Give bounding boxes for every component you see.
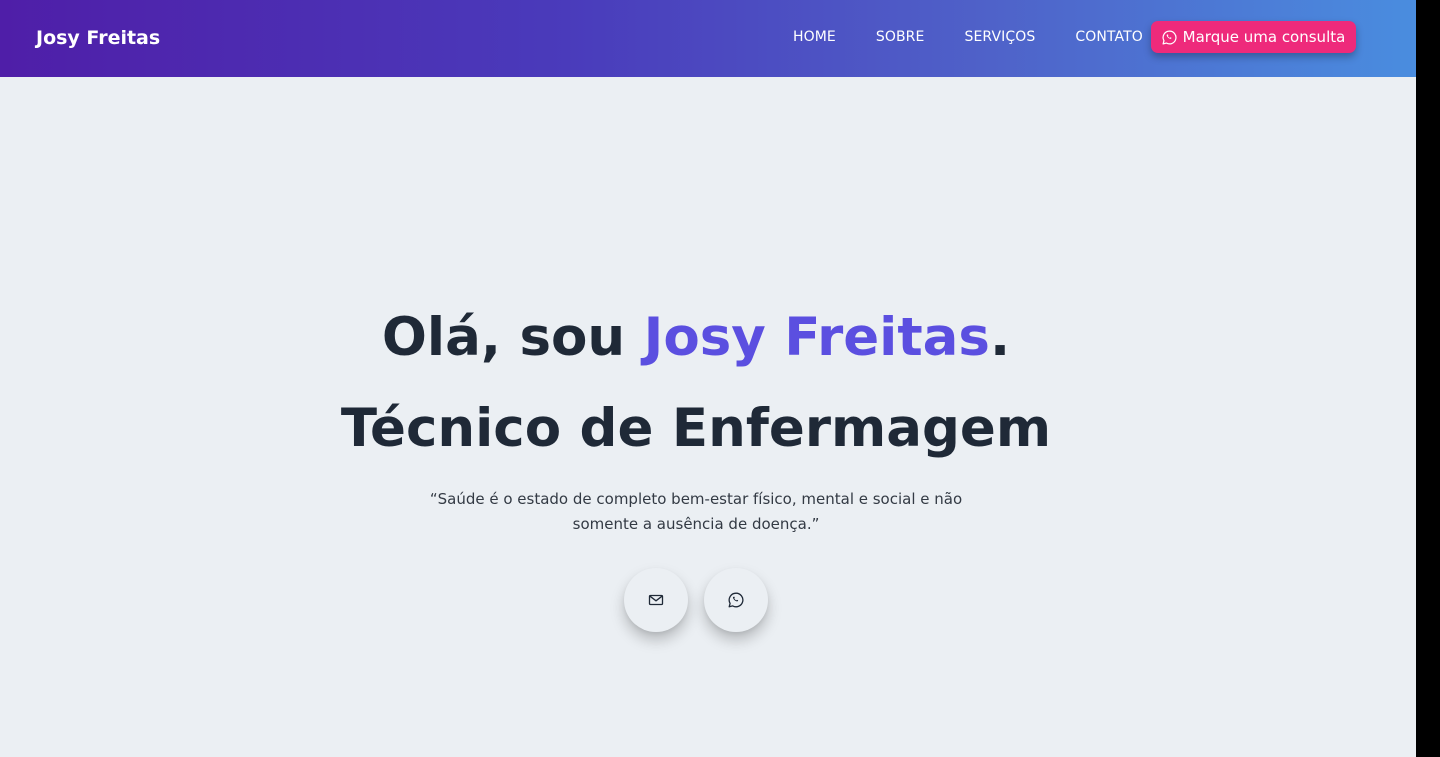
whatsapp-icon — [1162, 30, 1177, 45]
navbar: Josy Freitas HOME SOBRE SERVIÇOS CONTATO… — [0, 0, 1416, 77]
book-consultation-button[interactable]: Marque uma consulta — [1151, 21, 1356, 53]
hero-greeting: Olá, sou Josy Freitas. — [0, 306, 1392, 370]
brand-logo[interactable]: Josy Freitas — [36, 26, 160, 50]
hero-role: Técnico de Enfermagem — [340, 398, 1052, 459]
hero-quote: “Saúde é o estado de completo bem-estar … — [429, 490, 963, 533]
nav-menu: HOME SOBRE SERVIÇOS CONTATO — [793, 28, 1143, 46]
hero-name: Josy Freitas — [643, 307, 990, 368]
whatsapp-icon — [728, 592, 744, 608]
nav-link-sobre[interactable]: SOBRE — [876, 28, 925, 46]
nav-link-contato[interactable]: CONTATO — [1075, 28, 1143, 46]
nav-link-servicos[interactable]: SERVIÇOS — [964, 28, 1035, 46]
nav-link-home[interactable]: HOME — [793, 28, 836, 46]
email-button[interactable] — [624, 568, 688, 632]
greeting-suffix: . — [989, 307, 1011, 368]
page: Josy Freitas HOME SOBRE SERVIÇOS CONTATO… — [0, 0, 1416, 757]
greeting-prefix: Olá, sou — [381, 307, 644, 368]
mail-icon — [648, 594, 664, 606]
cta-label: Marque uma consulta — [1182, 28, 1346, 46]
whatsapp-button[interactable] — [704, 568, 768, 632]
